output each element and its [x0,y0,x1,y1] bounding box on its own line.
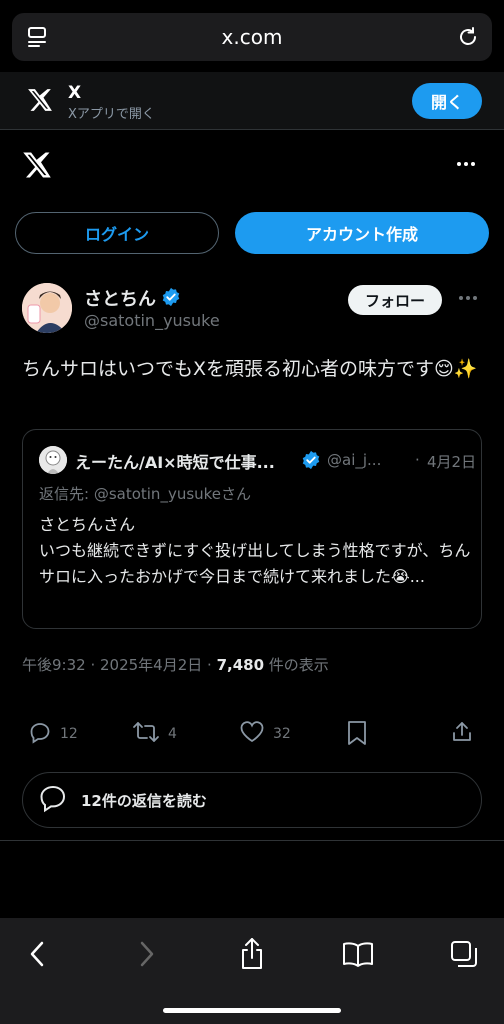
quote-author-avatar [39,446,67,474]
follow-button[interactable]: フォロー [348,285,442,315]
retweet-count: 4 [168,726,177,742]
browser-top-bar: x.com [0,0,504,72]
reply-count: 12 [60,726,78,742]
divider [0,840,504,841]
like-action[interactable]: 32 [239,720,291,748]
login-button[interactable]: ログイン [15,212,219,254]
tweet-meta: 午後9:32 · 2025年4月2日 · 7,480 件の表示 [22,654,329,675]
forward-icon[interactable] [128,936,164,972]
tweet-timestamp[interactable]: 午後9:32 · 2025年4月2日 · [22,656,217,674]
share-icon[interactable] [234,936,270,972]
view-count-suffix: 件の表示 [264,656,329,674]
reply-action[interactable]: 12 [28,720,78,748]
share-icon [450,720,474,748]
heart-icon [239,720,265,748]
bookmarks-icon[interactable] [340,936,376,972]
author-avatar[interactable] [22,283,72,333]
more-options-icon[interactable] [456,154,476,178]
quote-separator: · [415,451,420,469]
create-account-button[interactable]: アカウント作成 [235,212,489,254]
like-count: 32 [273,726,291,742]
tweet-more-icon[interactable] [458,290,478,309]
quote-verified-badge-icon [301,450,321,474]
verified-badge-icon [161,287,181,311]
author-handle[interactable]: @satotin_yusuke [84,311,220,330]
quote-text: さとちんさん いつも継続できずにすぐ投げ出してしまう性格ですが、ちんサロに入った… [39,515,471,586]
view-count: 7,480 [216,656,265,674]
bookmark-action[interactable] [346,720,368,750]
quote-author-handle: @ai_j... [327,451,382,469]
retweet-icon [132,720,160,748]
quote-date: 4月2日 [427,453,477,471]
app-banner: X Xアプリで開く 開く [0,72,504,130]
tweet-text: ちんサロはいつでもXを頑張る初心者の味方です😌✨ [22,358,478,380]
reply-icon [28,720,52,748]
banner-subtitle: Xアプリで開く [68,107,155,122]
open-app-button[interactable]: 開く [412,83,482,119]
share-action[interactable] [450,720,474,748]
home-indicator [163,1008,341,1013]
address-bar[interactable]: x.com [12,13,492,61]
quoted-tweet[interactable]: えーたん/AI×時短で仕事... @ai_j... · 4月2日 返信先: @s… [22,429,482,629]
tabs-icon[interactable] [446,936,482,972]
reload-icon[interactable] [456,25,480,49]
banner-app-name: X [68,83,82,103]
read-replies-button[interactable]: 12件の返信を読む [22,772,482,828]
url-text: x.com [221,25,283,49]
quote-author-name: えーたん/AI×時短で仕事... [75,453,275,472]
chat-bubble-icon [37,782,69,818]
back-icon[interactable] [20,936,56,972]
read-replies-label: 12件の返信を読む [81,791,207,810]
retweet-action[interactable]: 4 [132,720,177,748]
author-name[interactable]: さとちん [84,285,156,311]
tweet-actions: 12 4 32 [0,712,504,752]
x-header [0,130,504,200]
bookmark-icon [346,720,368,750]
quote-reply-to: 返信先: @satotin_yusukeさん [39,485,252,503]
x-logo-icon[interactable] [22,150,52,184]
x-app-icon [18,78,62,122]
